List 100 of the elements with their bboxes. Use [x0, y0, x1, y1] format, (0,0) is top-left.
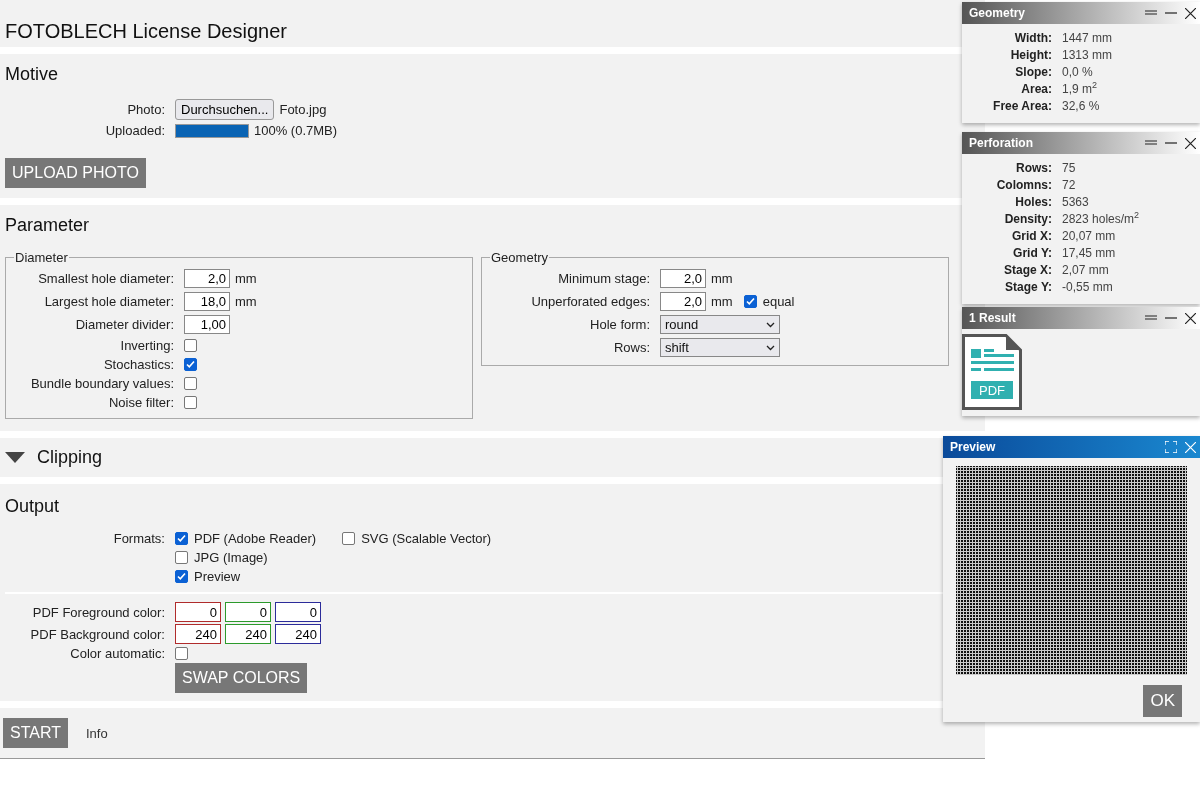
swap-colors-button[interactable]: SWAP COLORS [175, 663, 308, 693]
checkbox[interactable] [184, 396, 197, 409]
caret-icon [766, 321, 775, 328]
checkbox[interactable] [743, 295, 757, 308]
close-icon[interactable] [1185, 312, 1196, 324]
checkbox[interactable] [184, 377, 197, 390]
unit-label: mm [235, 271, 257, 286]
field-label: Photo: [127, 102, 165, 117]
field-label: Color automatic: [70, 646, 165, 661]
stat-value: 0,0 % [1062, 64, 1094, 81]
unit-label: mm [711, 294, 733, 309]
number-field[interactable]: 18,0 [184, 292, 230, 311]
stat-label: Free Area: [993, 98, 1052, 115]
stat-label: Colomns: [996, 177, 1052, 194]
number-field[interactable]: 2,0 [660, 292, 706, 311]
field-label: Hole form: [590, 317, 650, 332]
stat-label: Density: [1004, 211, 1052, 228]
unit-label: mm [235, 294, 257, 309]
option-label: Preview [194, 569, 241, 584]
stat-label: Width: [1014, 30, 1052, 47]
menu-icon[interactable] [1145, 10, 1157, 16]
unit-label: mm [711, 271, 733, 286]
checkbox[interactable] [342, 532, 356, 545]
checkbox[interactable] [175, 532, 188, 545]
close-icon[interactable] [1185, 7, 1196, 19]
checkbox[interactable] [175, 551, 188, 564]
window-titlebar: Preview [943, 436, 1200, 458]
stat-label: Grid X: [1012, 228, 1052, 245]
file-name: Foto.jpg [279, 102, 327, 117]
fullscreen-icon[interactable] [1165, 441, 1177, 453]
stat-label: Grid Y: [1013, 245, 1052, 262]
caret-icon[interactable] [5, 452, 25, 463]
progress-reading: 100% (0.7MB) [254, 123, 338, 138]
start-button[interactable]: START [3, 718, 68, 748]
field-label: Unperforated edges: [531, 294, 650, 309]
stat-value: 5363 [1062, 194, 1090, 211]
field-label: Noise filter: [108, 395, 174, 410]
stat-label: Slope: [1015, 64, 1052, 81]
field-label: PDF Foreground color: [32, 604, 165, 620]
stat-value: 2823 holes/m$^{2}$ [1062, 211, 1141, 228]
stat-value: 1,9 m$^{2}$ [1062, 81, 1099, 98]
upload-photo-button[interactable]: UPLOAD PHOTO [5, 158, 146, 188]
group-legend: Diameter [14, 250, 69, 265]
panel-titlebar: 1 Result [962, 307, 1200, 329]
stat-value: 20,07 mm [1062, 228, 1117, 245]
stat-value: 1447 mm [1062, 30, 1114, 47]
color-value-field[interactable]: 0 [225, 602, 271, 622]
menu-icon[interactable] [1145, 140, 1157, 146]
checkbox[interactable] [175, 647, 188, 660]
color-value-field[interactable]: 0 [275, 602, 321, 622]
stat-label: Stage Y: [1005, 279, 1052, 296]
stat-label: Holes: [1015, 194, 1052, 211]
field-label: Uploaded: [105, 123, 165, 138]
field-label: Formats: [113, 531, 165, 546]
checkbox[interactable] [175, 570, 188, 583]
section-heading[interactable]: Clipping [37, 447, 103, 468]
field-label: Bundle boundary values: [30, 376, 174, 391]
option-label: SVG (Scalable Vector) [361, 531, 492, 546]
section-heading: Output [5, 496, 61, 517]
ok-button[interactable]: OK [1143, 685, 1182, 717]
group-legend: Geometry [490, 250, 550, 265]
field-label: Inverting: [120, 338, 174, 353]
color-value-field[interactable]: 240 [275, 624, 321, 644]
field-label: PDF Background color: [30, 626, 165, 642]
panel-titlebar: Perforation [962, 132, 1200, 154]
field-label: Stochastics: [103, 357, 174, 372]
stat-label: Stage X: [1004, 262, 1052, 279]
checkbox[interactable] [184, 358, 197, 371]
field-label: Largest hole diameter: [44, 294, 174, 309]
checkbox[interactable] [184, 339, 197, 352]
stat-value: -0,55 mm [1062, 279, 1114, 296]
option-label: PDF (Adobe Reader) [194, 531, 317, 546]
color-value-field[interactable]: 240 [175, 624, 221, 644]
stat-value: 17,45 mm [1062, 245, 1117, 262]
stat-value: 32,6 % [1062, 98, 1101, 115]
caret-icon [766, 344, 775, 351]
field-label: Diameter divider: [75, 317, 174, 332]
menu-icon[interactable] [1145, 315, 1157, 321]
stat-label: Rows: [1016, 160, 1052, 177]
dropdown[interactable]: shift [660, 338, 780, 357]
info-link[interactable]: Info [85, 725, 108, 741]
option-label: equal [762, 294, 795, 309]
field-label: Minimum stage: [558, 271, 650, 286]
close-icon[interactable] [1185, 137, 1196, 149]
stat-label: Area: [1021, 81, 1052, 98]
number-field[interactable]: 2,0 [660, 269, 706, 288]
field-label: Rows: [613, 340, 650, 355]
dropdown[interactable]: round [660, 315, 780, 334]
section-heading: Parameter [5, 215, 91, 236]
color-value-field[interactable]: 240 [225, 624, 271, 644]
stat-label: Height: [1010, 47, 1052, 64]
stat-value: 1313 mm [1062, 47, 1114, 64]
number-field[interactable]: 2,0 [184, 269, 230, 288]
browse-button[interactable]: Durchsuchen... [175, 99, 275, 120]
section-heading: Motive [5, 64, 59, 85]
stat-value: 75 [1062, 160, 1077, 177]
number-field[interactable]: 1,00 [184, 315, 230, 334]
option-label: JPG (Image) [194, 550, 268, 565]
color-value-field[interactable]: 0 [175, 602, 221, 622]
stat-value: 2,07 mm [1062, 262, 1110, 279]
